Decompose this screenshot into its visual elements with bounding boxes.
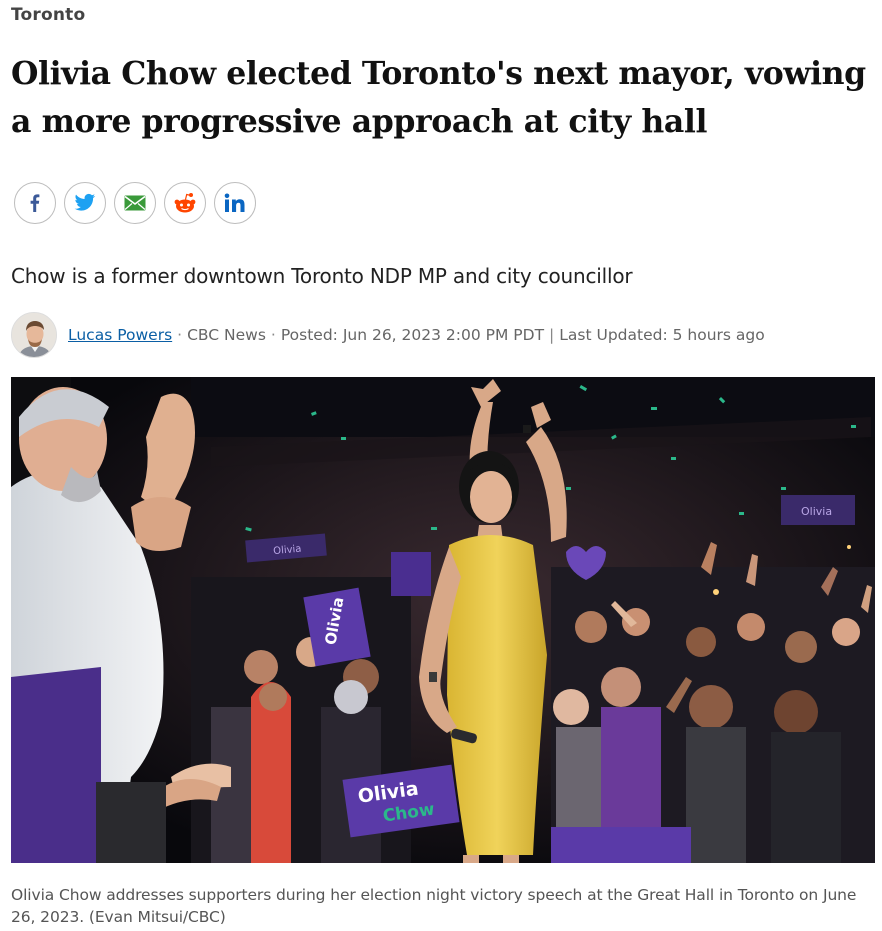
- article-subheadline: Chow is a former downtown Toronto NDP MP…: [11, 264, 633, 288]
- byline-posted: Posted: Jun 26, 2023 2:00 PM PDT: [280, 326, 545, 344]
- byline-dot: ·: [270, 326, 276, 344]
- byline-pipe: |: [549, 326, 555, 344]
- article-headline: Olivia Chow elected Toronto's next mayor…: [11, 55, 866, 140]
- reddit-icon: [174, 193, 196, 213]
- lead-photo[interactable]: Olivia Olivia Chow Olivia Olivia: [11, 377, 875, 863]
- share-twitter-button[interactable]: [64, 182, 106, 224]
- share-reddit-button[interactable]: [164, 182, 206, 224]
- sign-text: Olivia: [801, 505, 832, 518]
- section-link[interactable]: Toronto: [11, 5, 85, 25]
- byline-updated: Last Updated: 5 hours ago: [559, 326, 765, 344]
- byline: Lucas Powers · CBC News · Posted: Jun 26…: [11, 311, 765, 359]
- photo-caption: Olivia Chow addresses supporters during …: [11, 886, 857, 926]
- email-icon: [124, 195, 146, 211]
- byline-outlet: CBC News: [187, 326, 266, 344]
- share-facebook-button[interactable]: [14, 182, 56, 224]
- linkedin-icon: [224, 193, 245, 212]
- share-linkedin-button[interactable]: [214, 182, 256, 224]
- facebook-icon: [30, 194, 40, 212]
- author-avatar[interactable]: [11, 312, 57, 358]
- byline-dot: ·: [177, 326, 183, 344]
- share-bar: [14, 182, 256, 224]
- twitter-icon: [74, 193, 96, 211]
- share-email-button[interactable]: [114, 182, 156, 224]
- author-link[interactable]: Lucas Powers: [68, 326, 172, 344]
